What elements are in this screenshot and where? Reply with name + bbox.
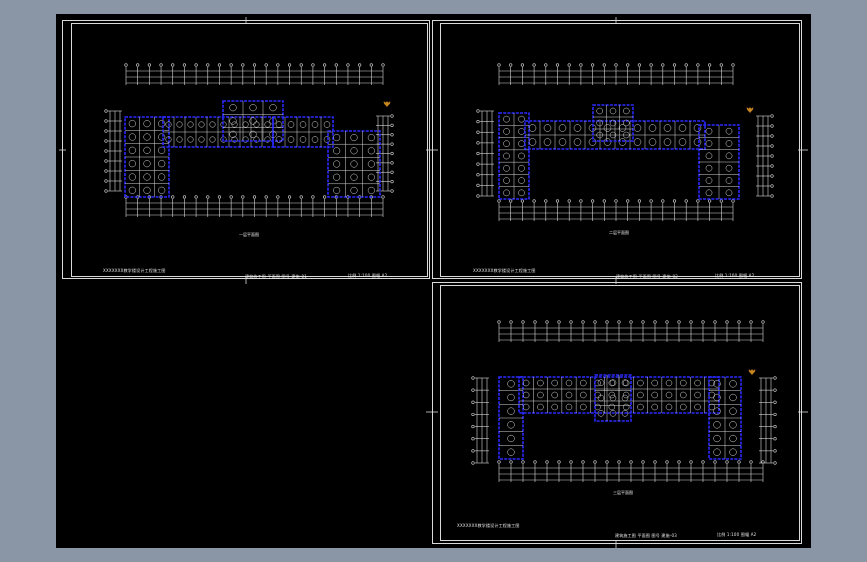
room-block bbox=[272, 116, 334, 148]
room-block bbox=[327, 130, 381, 198]
dimension-column bbox=[104, 109, 122, 193]
dimension-row bbox=[497, 320, 765, 342]
logo-mark-icon bbox=[383, 101, 391, 107]
sheet-2-drawing-label: 建筑施工图 平面图 图号 建施-02 bbox=[616, 274, 678, 279]
room-block bbox=[498, 112, 530, 200]
dimension-column bbox=[476, 109, 494, 198]
sheet-1-floor-plan bbox=[104, 63, 394, 217]
sheet-3-drawing-label: 建筑施工图 平面图 图号 建施-03 bbox=[615, 533, 677, 538]
logo-mark-icon bbox=[746, 107, 754, 113]
logo-mark-icon bbox=[748, 369, 756, 375]
dimension-column bbox=[376, 114, 394, 193]
sheet-3-floor-plan bbox=[471, 320, 777, 482]
sheet-2-project-title: XXXXXXX教学楼设计工程施工图 bbox=[473, 268, 536, 273]
dimension-row bbox=[497, 63, 735, 85]
dimension-column bbox=[756, 114, 774, 198]
dimension-row bbox=[497, 460, 765, 482]
drawing-sheet-3[interactable]: 三层平面图 XXXXXXX教学楼设计工程施工图 建筑施工图 平面图 图号 建施-… bbox=[432, 282, 802, 544]
dimension-column bbox=[759, 376, 777, 465]
cad-model-space[interactable]: 一层平面图 XXXXXXX教学楼设计工程施工图 建筑施工图 平面图 图号 建施-… bbox=[56, 14, 811, 548]
sheet-2-scale-label: 比例 1:100 图幅 A2 bbox=[715, 273, 755, 278]
sheet-2-plan-caption: 二层平面图 bbox=[609, 230, 629, 235]
dimension-row bbox=[497, 199, 735, 221]
sheet-1-drawing-label: 建筑施工图 平面图 图号 建施-01 bbox=[245, 274, 307, 279]
room-block bbox=[124, 116, 170, 198]
dimension-row bbox=[124, 195, 385, 217]
drawing-sheet-2[interactable]: 二层平面图 XXXXXXX教学楼设计工程施工图 建筑施工图 平面图 图号 建施-… bbox=[432, 20, 802, 279]
room-block bbox=[222, 100, 284, 142]
dimension-column bbox=[471, 376, 489, 465]
sheet-2-floor-plan bbox=[476, 63, 774, 221]
dimension-row bbox=[124, 63, 385, 85]
sheet-3-scale-label: 比例 1:100 图幅 A2 bbox=[717, 532, 757, 537]
room-block bbox=[708, 376, 742, 460]
sheet-3-plan-caption: 三层平面图 bbox=[613, 490, 633, 495]
sheet-1-plan-caption: 一层平面图 bbox=[239, 232, 259, 237]
sheet-3-project-title: XXXXXXX教学楼设计工程施工图 bbox=[457, 523, 520, 528]
sheet-1-project-title: XXXXXXX教学楼设计工程施工图 bbox=[103, 268, 166, 273]
drawing-sheet-1[interactable]: 一层平面图 XXXXXXX教学楼设计工程施工图 建筑施工图 平面图 图号 建施-… bbox=[62, 20, 430, 279]
room-block bbox=[592, 104, 634, 142]
sheet-1-scale-label: 比例 1:100 图幅 A2 bbox=[348, 273, 388, 278]
